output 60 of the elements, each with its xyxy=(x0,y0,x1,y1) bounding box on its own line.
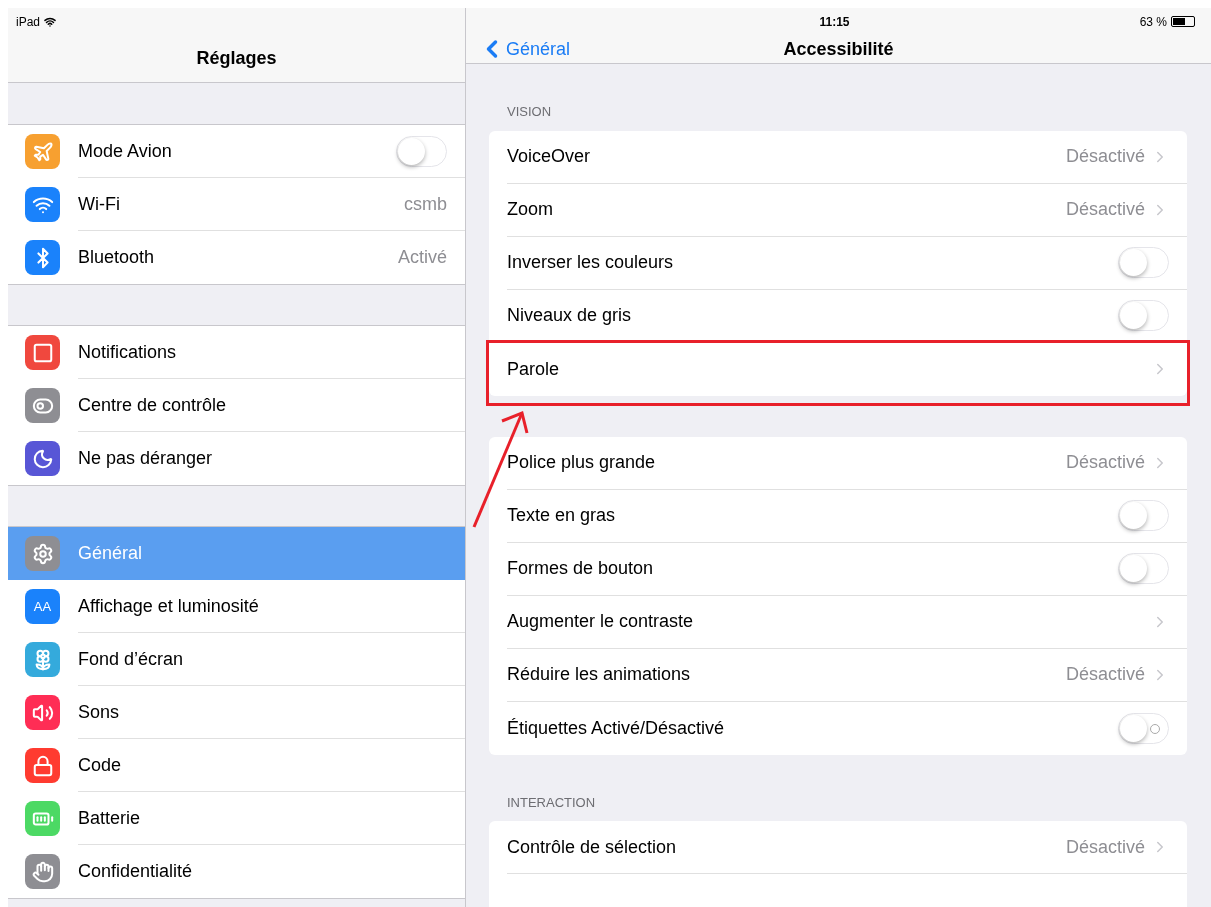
setting-label: Notifications xyxy=(78,340,178,364)
section-header: INTERACTION xyxy=(506,793,597,812)
clock: 11:15 xyxy=(819,13,850,31)
setting-label: Étiquettes Activé/Désactivé xyxy=(507,716,726,740)
toggle-switch[interactable] xyxy=(396,135,447,167)
setting-value: Activé xyxy=(397,246,447,269)
setting-row[interactable]: Formes de bouton xyxy=(489,542,1187,596)
setting-label: Ne pas déranger xyxy=(78,447,214,470)
setting-label: Police plus grande xyxy=(507,451,657,474)
toggle-switch[interactable] xyxy=(1118,300,1169,331)
setting-label: Mode Avion xyxy=(78,139,173,163)
setting-row[interactable]: Étiquettes Activé/Désactivé xyxy=(489,701,1187,755)
setting-label: Inverser les couleurs xyxy=(507,251,675,274)
setting-row[interactable]: Parole xyxy=(489,342,1187,396)
setting-row[interactable]: Inverser les couleurs xyxy=(489,236,1187,290)
setting-row[interactable]: Réduire les animations Désactivé xyxy=(489,648,1187,702)
battery-icon xyxy=(1171,16,1195,27)
battery-percent: 63 % xyxy=(1139,13,1167,31)
back-button[interactable]: Général xyxy=(478,35,571,63)
setting-label: Centre de contrôle xyxy=(78,393,228,417)
setting-label: Batterie xyxy=(78,806,142,830)
setting-value: Désactivé xyxy=(1065,451,1145,474)
setting-row[interactable]: VoiceOver Désactivé xyxy=(489,130,1187,184)
setting-label: Affichage et luminosité xyxy=(78,594,260,618)
setting-label: Réduire les animations xyxy=(507,663,692,686)
section-header: VISION xyxy=(506,103,553,121)
setting-label: Augmenter le contraste xyxy=(507,610,695,633)
setting-value: csmb xyxy=(404,192,447,216)
setting-row[interactable]: Police plus grande Désactivé xyxy=(489,436,1187,490)
setting-label: Confidentialité xyxy=(78,860,194,883)
wifi-icon xyxy=(44,15,57,28)
setting-row[interactable]: Augmenter le contraste xyxy=(489,595,1187,649)
toggle-switch[interactable] xyxy=(1118,553,1169,584)
setting-value: Désactivé xyxy=(1065,663,1145,686)
setting-label: Sons xyxy=(78,700,121,724)
setting-label: Wi-Fi xyxy=(78,192,121,216)
setting-row[interactable]: Texte en gras xyxy=(489,489,1187,543)
device-name: iPad xyxy=(16,13,41,31)
setting-label: Contrôle de sélection xyxy=(507,835,678,859)
setting-label: Général xyxy=(78,542,144,565)
setting-value: Désactivé xyxy=(1065,198,1145,221)
toggle-switch[interactable] xyxy=(1118,500,1169,531)
setting-value: Désactivé xyxy=(1065,835,1145,859)
setting-label: Formes de bouton xyxy=(507,557,655,580)
text-size-icon: AA xyxy=(25,589,60,624)
setting-label: Texte en gras xyxy=(507,504,617,527)
sidebar-title: Réglages xyxy=(196,47,277,70)
page-title: Accessibilité xyxy=(783,37,894,61)
setting-label: Bluetooth xyxy=(78,246,156,269)
setting-label: Niveaux de gris xyxy=(507,304,633,327)
setting-value: Désactivé xyxy=(1065,145,1145,168)
setting-label: Fond d’écran xyxy=(78,647,185,671)
setting-row[interactable]: Zoom Désactivé xyxy=(489,183,1187,237)
setting-label: VoiceOver xyxy=(507,145,592,168)
setting-label: Code xyxy=(78,753,123,777)
setting-label: Zoom xyxy=(507,198,554,221)
toggle-switch[interactable] xyxy=(1118,712,1169,744)
setting-label: Parole xyxy=(507,357,561,381)
setting-row[interactable]: Niveaux de gris xyxy=(489,289,1187,343)
toggle-switch[interactable] xyxy=(1118,247,1169,278)
